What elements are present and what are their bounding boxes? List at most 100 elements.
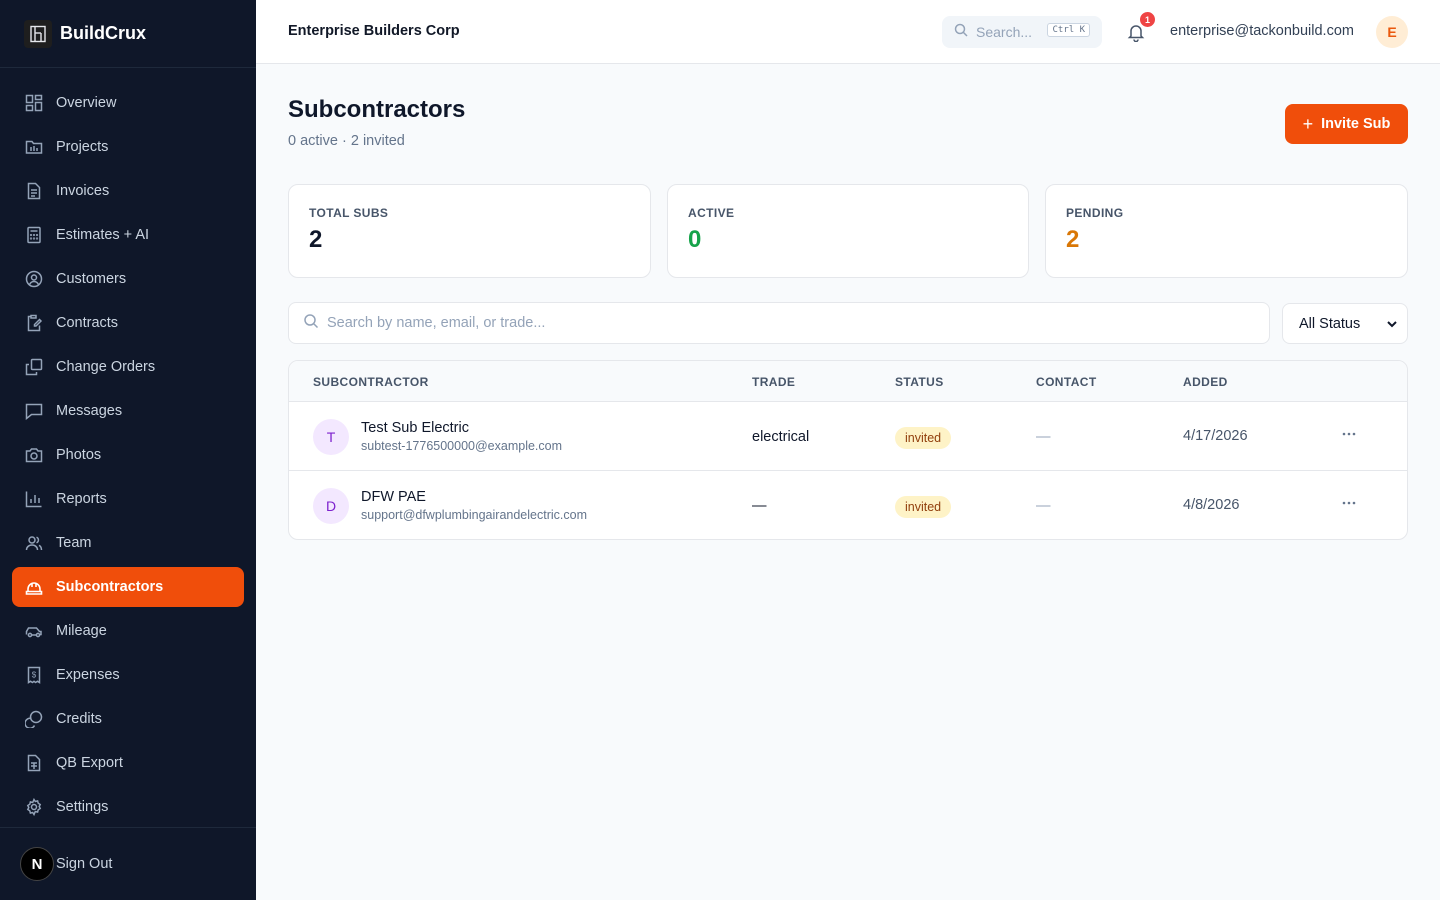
- subcontractor-name[interactable]: Test Sub Electric: [361, 420, 469, 436]
- table-header: SUBCONTRACTOR TRADE STATUS CONTACT ADDED: [289, 361, 1407, 402]
- brand[interactable]: BuildCrux: [0, 0, 256, 68]
- trade-cell: —: [752, 498, 767, 514]
- sign-out-button[interactable]: Sign Out: [56, 856, 112, 872]
- sidebar-item-credits[interactable]: Credits: [12, 699, 244, 739]
- added-date: 4/17/2026: [1183, 428, 1248, 444]
- column-header-contact[interactable]: CONTACT: [1036, 375, 1097, 389]
- sidebar-item-projects[interactable]: Projects: [12, 127, 244, 167]
- stat-card-pending: PENDING 2: [1045, 184, 1408, 278]
- global-search-placeholder: Search...: [976, 24, 1033, 40]
- sidebar-item-expenses[interactable]: $ Expenses: [12, 655, 244, 695]
- search-shortcut-hint: Ctrl K: [1047, 23, 1090, 37]
- sidebar-item-mileage[interactable]: Mileage: [12, 611, 244, 651]
- status-filter-value: All Status: [1299, 315, 1361, 332]
- car-icon: [24, 621, 44, 641]
- page-subtitle: 0 active · 2 invited: [288, 133, 405, 149]
- coins-icon: [24, 709, 44, 729]
- sidebar-item-label: Credits: [56, 711, 102, 727]
- avatar[interactable]: E: [1376, 16, 1408, 48]
- stat-value: 2: [309, 226, 323, 253]
- status-filter-select[interactable]: All Status: [1282, 303, 1408, 344]
- sidebar-item-settings[interactable]: Settings: [12, 787, 244, 827]
- more-actions-icon[interactable]: [1339, 424, 1359, 444]
- sidebar-item-customers[interactable]: Customers: [12, 259, 244, 299]
- subcontractor-search: [288, 302, 1270, 344]
- search-icon: [303, 313, 319, 334]
- stat-label: TOTAL SUBS: [309, 206, 389, 220]
- search-icon: [954, 23, 968, 42]
- user-email[interactable]: enterprise@tackonbuild.com: [1170, 23, 1354, 39]
- sidebar-item-team[interactable]: Team: [12, 523, 244, 563]
- file-spreadsheet-icon: [24, 753, 44, 773]
- sidebar-item-label: Customers: [56, 271, 127, 287]
- user-circle-icon: [24, 269, 44, 289]
- stat-card-total-subs: TOTAL SUBS 2: [288, 184, 651, 278]
- column-header-subcontractor[interactable]: SUBCONTRACTOR: [313, 375, 429, 389]
- calculator-icon: [24, 225, 44, 245]
- invite-sub-label: Invite Sub: [1321, 116, 1391, 132]
- sidebar-item-contracts[interactable]: Contracts: [12, 303, 244, 343]
- org-name: Enterprise Builders Corp: [288, 23, 460, 39]
- table-row[interactable]: T Test Sub Electric subtest-1776500000@e…: [289, 402, 1407, 471]
- gear-icon: [24, 797, 44, 817]
- sidebar-item-subcontractors[interactable]: Subcontractors: [12, 567, 244, 607]
- bar-chart-icon: [24, 489, 44, 509]
- sidebar-item-label: Change Orders: [56, 359, 156, 375]
- sidebar-item-messages[interactable]: Messages: [12, 391, 244, 431]
- column-header-trade[interactable]: TRADE: [752, 375, 795, 389]
- sidebar-footer: N Sign Out: [0, 827, 256, 900]
- grid-icon: [24, 93, 44, 113]
- top-header: Enterprise Builders Corp Search... Ctrl …: [256, 0, 1440, 64]
- user-badge: N: [20, 847, 54, 881]
- sidebar-item-label: Estimates + AI: [56, 227, 150, 243]
- column-header-added[interactable]: ADDED: [1183, 375, 1228, 389]
- page-title: Subcontractors: [288, 96, 466, 123]
- sidebar-item-label: Mileage: [56, 623, 107, 639]
- brand-name: BuildCrux: [60, 23, 147, 43]
- sidebar-item-reports[interactable]: Reports: [12, 479, 244, 519]
- sidebar-item-label: Reports: [56, 491, 107, 507]
- sidebar-item-label: Invoices: [56, 183, 110, 199]
- sidebar-item-label: QB Export: [56, 755, 123, 771]
- stat-card-active: ACTIVE 0: [667, 184, 1029, 278]
- sidebar-item-overview[interactable]: Overview: [12, 83, 244, 123]
- sidebar-item-estimates[interactable]: Estimates + AI: [12, 215, 244, 255]
- stat-value: 0: [688, 226, 702, 253]
- subcontractors-table: SUBCONTRACTOR TRADE STATUS CONTACT ADDED…: [288, 360, 1408, 540]
- global-search[interactable]: Search... Ctrl K: [942, 16, 1102, 48]
- sidebar-item-qb-export[interactable]: QB Export: [12, 743, 244, 783]
- folder-icon: [24, 137, 44, 157]
- contact-cell: —: [1036, 429, 1051, 445]
- sidebar-item-change-orders[interactable]: Change Orders: [12, 347, 244, 387]
- copy-icon: [24, 357, 44, 377]
- sidebar-item-label: Subcontractors: [56, 579, 164, 595]
- plus-icon: +: [1302, 114, 1314, 134]
- sidebar-item-label: Team: [56, 535, 92, 551]
- added-date: 4/8/2026: [1183, 497, 1240, 513]
- sidebar-item-label: Settings: [56, 799, 109, 815]
- subcontractor-name[interactable]: DFW PAE: [361, 489, 426, 505]
- invite-sub-button[interactable]: + Invite Sub: [1285, 104, 1408, 144]
- buildcrux-logo-icon: [24, 19, 52, 48]
- notification-badge: 1: [1140, 12, 1155, 27]
- status-badge: invited: [895, 496, 952, 518]
- contact-cell: —: [1036, 498, 1051, 514]
- search-input[interactable]: [327, 315, 1227, 331]
- column-header-status[interactable]: STATUS: [895, 375, 944, 389]
- table-row[interactable]: D DFW PAE support@dfwplumbingairandelect…: [289, 471, 1407, 539]
- clipboard-pen-icon: [24, 313, 44, 333]
- sidebar-item-label: Overview: [56, 95, 117, 111]
- chevron-down-icon: [1385, 317, 1399, 335]
- sidebar-item-label: Expenses: [56, 667, 120, 683]
- sidebar-item-invoices[interactable]: Invoices: [12, 171, 244, 211]
- subcontractor-email: support@dfwplumbingairandelectric.com: [361, 508, 587, 522]
- avatar: D: [313, 488, 349, 524]
- sidebar-item-label: Projects: [56, 139, 109, 155]
- sidebar: BuildCrux Overview Projects Invoices Est…: [0, 0, 256, 900]
- sidebar-item-photos[interactable]: Photos: [12, 435, 244, 475]
- receipt-icon: $: [24, 665, 44, 685]
- sidebar-item-label: Messages: [56, 403, 123, 419]
- stat-value: 2: [1066, 226, 1080, 253]
- more-actions-icon[interactable]: [1339, 493, 1359, 513]
- hard-hat-icon: [24, 577, 44, 597]
